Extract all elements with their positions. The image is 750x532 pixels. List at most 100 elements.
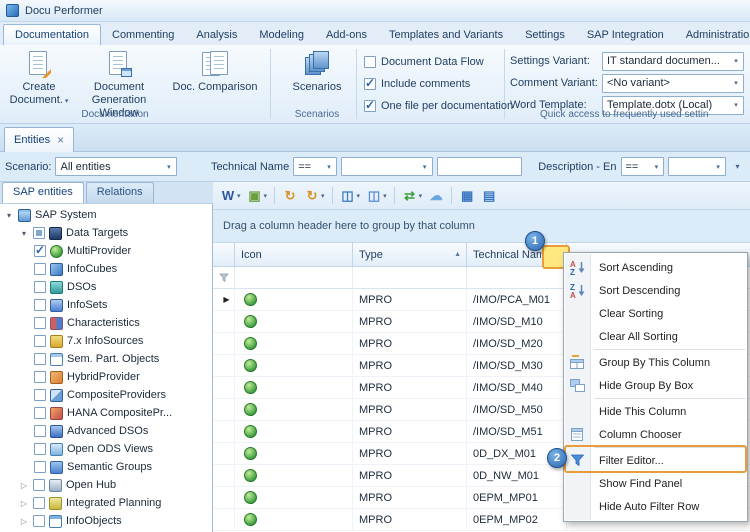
tree-item-compositeproviders[interactable]: CompositeProviders [0, 386, 212, 404]
tree-item-open-ods-views[interactable]: Open ODS Views [0, 440, 212, 458]
update-from-sap-button[interactable]: ⇄▾ [400, 186, 425, 206]
doc-comparison-button[interactable]: Doc. Comparison [166, 50, 264, 94]
open-generation-window-button[interactable]: ◫▾ [338, 186, 363, 206]
menu-item-sort-descending[interactable]: ZASort Descending [564, 279, 747, 302]
collapse-icon[interactable]: ▾ [4, 211, 14, 220]
refresh-all-button[interactable]: ↻▾ [302, 186, 327, 206]
auto-filter-cell[interactable] [467, 267, 567, 288]
scenario-select[interactable]: All entities▾ [55, 157, 176, 176]
menu-item-clear-all-sorting[interactable]: Clear All Sorting [564, 325, 747, 348]
tree-item-characteristics[interactable]: Characteristics [0, 314, 212, 332]
grid-settings-button[interactable]: ▤ [479, 186, 499, 206]
tree-item-7-x-infosources[interactable]: 7.x InfoSources [0, 332, 212, 350]
checkbox-box-icon[interactable] [364, 56, 376, 68]
tree-checkbox[interactable] [34, 317, 46, 329]
ribbon-tab-analysis[interactable]: Analysis [185, 25, 248, 45]
filter-bar-more-button[interactable]: ▾ [730, 158, 745, 176]
ribbon-tab-templates-and-variants[interactable]: Templates and Variants [378, 25, 514, 45]
tree-checkbox[interactable] [33, 479, 45, 491]
auto-filter-cell[interactable] [235, 267, 353, 288]
tree-checkbox[interactable] [34, 263, 46, 275]
left-panel: SAP entities Relations ▾SAP System▾Data … [0, 182, 213, 532]
comment-variant-combo[interactable]: <No variant>▾ [602, 74, 744, 93]
tree-checkbox[interactable] [33, 515, 45, 527]
tree-item-sem-part-objects[interactable]: Sem. Part. Objects [0, 350, 212, 368]
tree-checkbox[interactable] [34, 407, 46, 419]
expand-icon[interactable]: ▷ [19, 499, 29, 508]
ribbon-tab-documentation[interactable]: Documentation [3, 24, 101, 45]
menu-item-group-by-this-column[interactable]: Group By This Column [564, 351, 747, 374]
menu-item-hide-group-by-box[interactable]: Hide Group By Box [564, 374, 747, 397]
checkbox-include-comments[interactable]: Include comments [364, 76, 513, 92]
icon-cell [235, 311, 353, 332]
auto-filter-cell[interactable] [353, 267, 467, 288]
tab-relations[interactable]: Relations [86, 182, 154, 203]
column-header-icon[interactable]: Icon [235, 243, 353, 267]
tree-item-multiprovider[interactable]: MultiProvider [0, 242, 212, 260]
technical-name-operator-select[interactable]: ==▾ [293, 157, 337, 176]
description-operator-select[interactable]: ==▾ [621, 157, 665, 176]
ribbon-tab-settings[interactable]: Settings [514, 25, 576, 45]
column-header-type[interactable]: Type▲ [353, 243, 467, 267]
tab-sap-entities[interactable]: SAP entities [2, 182, 84, 203]
tree-checkbox[interactable] [34, 281, 46, 293]
tree-item-infoobjects[interactable]: ▷InfoObjects [0, 512, 212, 530]
export-to-word-button[interactable]: W▾ [218, 186, 243, 206]
refresh-button[interactable]: ↻ [280, 186, 300, 206]
tree-checkbox[interactable] [33, 227, 45, 239]
tree-item-semantic-groups[interactable]: Semantic Groups [0, 458, 212, 476]
ribbon-tab-commenting[interactable]: Commenting [101, 25, 185, 45]
menu-item-filter-editor[interactable]: Filter Editor... [564, 449, 747, 472]
export-grid-button[interactable]: ▦ [457, 186, 477, 206]
technical-name-filter-input-2[interactable] [437, 157, 523, 176]
tree-item-integrated-planning[interactable]: ▷Integrated Planning [0, 494, 212, 512]
tree-checkbox[interactable] [34, 443, 46, 455]
tree-item-advanced-dsos[interactable]: Advanced DSOs [0, 422, 212, 440]
tab-entities[interactable]: Entities × [4, 127, 74, 152]
group-by-bar[interactable]: Drag a column header here to group by th… [213, 210, 750, 243]
tree-checkbox[interactable] [33, 497, 45, 509]
menu-item-sort-ascending[interactable]: AZSort Ascending [564, 256, 747, 279]
technical-name-filter-input[interactable]: ▾ [341, 157, 433, 176]
tree-checkbox[interactable] [34, 461, 46, 473]
tree-item-hana-compositepr[interactable]: HANA CompositePr... [0, 404, 212, 422]
tree-checkbox[interactable] [34, 335, 46, 347]
tree-checkbox[interactable] [34, 425, 46, 437]
tree-checkbox[interactable] [34, 389, 46, 401]
expand-icon[interactable]: ▷ [19, 517, 29, 526]
menu-item-column-chooser[interactable]: Column Chooser [564, 423, 747, 446]
ribbon-tab-administration[interactable]: Administration [675, 25, 750, 45]
tree-item-infocubes[interactable]: InfoCubes [0, 260, 212, 278]
description-filter-input[interactable]: ▾ [668, 157, 726, 176]
expand-icon[interactable]: ▷ [19, 481, 29, 490]
settings-variant-combo[interactable]: IT standard documen...▾ [602, 52, 744, 71]
tree-checkbox[interactable] [34, 353, 46, 365]
tree-item-open-hub[interactable]: ▷Open Hub [0, 476, 212, 494]
export-to-image-button[interactable]: ▣▾ [245, 186, 270, 206]
ribbon-tab-sap-integration[interactable]: SAP Integration [576, 25, 675, 45]
checkbox-document-data-flow[interactable]: Document Data Flow [364, 54, 513, 70]
ribbon-tab-add-ons[interactable]: Add-ons [315, 25, 378, 45]
menu-item-hide-this-column[interactable]: Hide This Column [564, 400, 747, 423]
tree-checkbox[interactable] [34, 371, 46, 383]
ribbon-tab-modeling[interactable]: Modeling [248, 25, 315, 45]
checkbox-one-file-per-documentation[interactable]: One file per documentation [364, 98, 513, 114]
close-icon[interactable]: × [57, 134, 64, 146]
tree-item-dsos[interactable]: DSOs [0, 278, 212, 296]
tree-item-hybridprovider[interactable]: HybridProvider [0, 368, 212, 386]
checkbox-box-icon[interactable] [364, 78, 376, 90]
cloud-sync-button[interactable]: ☁ [426, 186, 446, 206]
create-document-button[interactable]: Create Document.▾ [6, 50, 72, 107]
menu-item-show-find-panel[interactable]: Show Find Panel [564, 472, 747, 495]
menu-item-hide-auto-filter-row[interactable]: Hide Auto Filter Row [564, 495, 747, 518]
menu-item-clear-sorting[interactable]: Clear Sorting [564, 302, 747, 325]
tree-item-sap-system[interactable]: ▾SAP System [0, 206, 212, 224]
open-preview-window-button[interactable]: ◫▾ [364, 186, 389, 206]
scenarios-button[interactable]: Scenarios [288, 50, 346, 94]
tree-checkbox[interactable] [34, 245, 46, 257]
tree-item-data-targets[interactable]: ▾Data Targets [0, 224, 212, 242]
tree-item-infosets[interactable]: InfoSets [0, 296, 212, 314]
tree-checkbox[interactable] [34, 299, 46, 311]
collapse-icon[interactable]: ▾ [19, 229, 29, 238]
checkbox-box-icon[interactable] [364, 100, 376, 112]
